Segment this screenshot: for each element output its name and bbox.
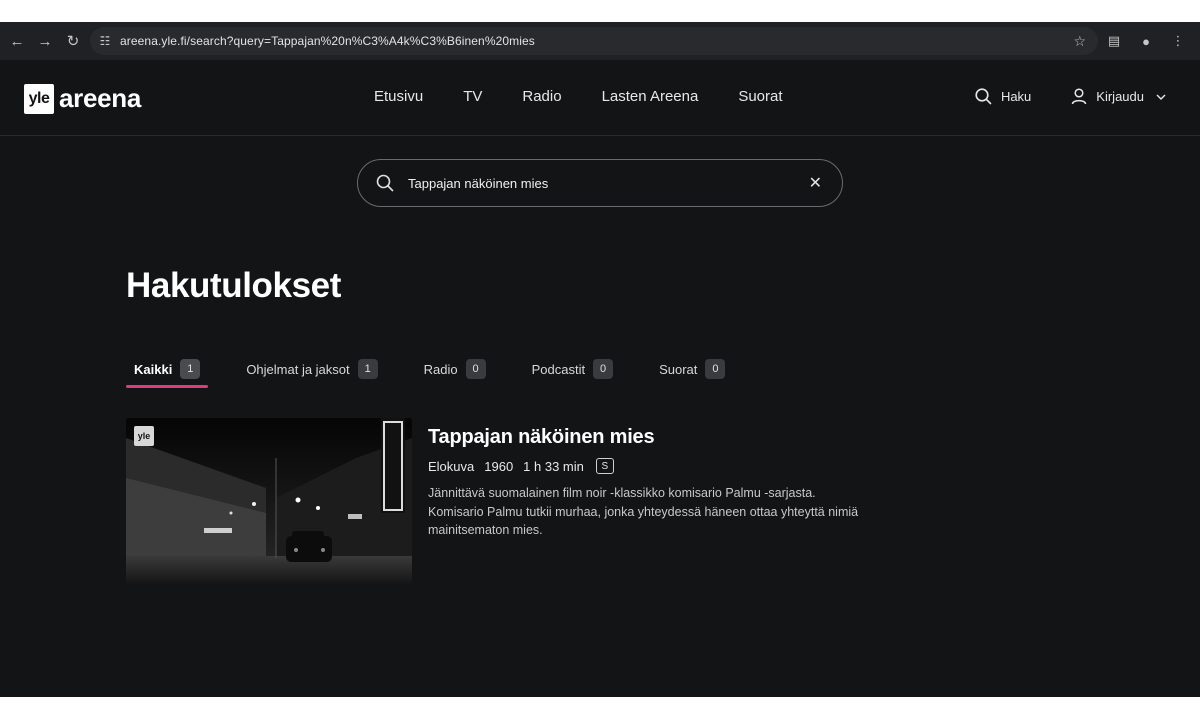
tab-radio[interactable]: Radio 0	[416, 352, 494, 386]
search-input-value[interactable]: Tappajan näköinen mies	[408, 176, 548, 191]
yle-areena-logo[interactable]: yle areena	[24, 83, 141, 114]
main-nav: Etusivu TV Radio Lasten Areena Suorat	[374, 88, 823, 105]
tab-ohjelmat-ja-jaksot[interactable]: Ohjelmat ja jaksot 1	[238, 352, 385, 386]
tab-count: 1	[180, 359, 201, 379]
forward-icon[interactable]: →	[31, 27, 59, 55]
reading-mode-icon[interactable]: ▤	[1100, 27, 1128, 55]
tab-kaikki[interactable]: Kaikki 1	[126, 352, 209, 388]
page-title: Hakutulokset	[126, 266, 341, 305]
login-button[interactable]: Kirjaudu	[1071, 88, 1166, 105]
profile-icon[interactable]: ●	[1132, 27, 1160, 55]
tab-label: Kaikki	[134, 361, 173, 377]
browser-window: ← → ↻ ☷ areena.yle.fi/search?query=Tappa…	[0, 22, 1200, 697]
nav-suorat[interactable]: Suorat	[738, 88, 782, 105]
browser-toolbar: ← → ↻ ☷ areena.yle.fi/search?query=Tappa…	[0, 22, 1200, 60]
result-tabs: Kaikki 1 Ohjelmat ja jaksot 1 Radio 0 Po…	[126, 352, 763, 388]
areena-wordmark: areena	[59, 83, 142, 113]
active-tab-indicator	[126, 385, 209, 388]
search-input[interactable]: Tappajan näköinen mies ✕	[357, 159, 843, 207]
film-still-image	[126, 418, 412, 584]
nav-etusivu[interactable]: Etusivu	[374, 88, 423, 105]
yle-badge: yle	[134, 426, 154, 446]
tab-count: 0	[705, 359, 726, 379]
result-description: Jännittävä suomalainen film noir -klassi…	[428, 486, 859, 537]
nav-lasten-areena[interactable]: Lasten Areena	[602, 88, 699, 105]
yle-logo-mark: yle	[24, 83, 54, 114]
header-search-button[interactable]: Haku	[975, 88, 1031, 105]
tab-label: Radio	[423, 361, 458, 377]
result-meta: Elokuva 1960 1 h 33 min S	[428, 458, 624, 474]
reload-icon[interactable]: ↻	[59, 27, 87, 55]
bookmark-star-icon[interactable]: ☆	[1073, 33, 1086, 50]
login-label: Kirjaudu	[1096, 89, 1144, 104]
tab-podcastit[interactable]: Podcastit 0	[524, 352, 621, 386]
menu-kebab-icon[interactable]: ⋮	[1164, 27, 1192, 55]
tab-count: 1	[357, 359, 378, 379]
chevron-down-icon	[1156, 94, 1166, 100]
site-settings-icon[interactable]: ☷	[90, 34, 120, 48]
header-search-label: Haku	[1000, 89, 1032, 104]
tab-suorat[interactable]: Suorat 0	[651, 352, 733, 386]
nav-tv[interactable]: TV	[463, 88, 482, 105]
search-result-card[interactable]: yle Tappajan näköinen mies Elokuva 1960 …	[126, 418, 866, 588]
tab-label: Ohjelmat ja jaksot	[246, 361, 350, 377]
clear-search-icon[interactable]: ✕	[809, 173, 822, 193]
tab-label: Podcastit	[531, 361, 586, 377]
result-type: Elokuva	[428, 458, 475, 474]
tab-count: 0	[593, 359, 614, 379]
site-header: yle areena Etusivu TV Radio Lasten Areen…	[0, 60, 1200, 136]
back-icon[interactable]: ←	[3, 27, 31, 55]
user-icon	[1072, 88, 1087, 105]
result-year: 1960	[484, 458, 514, 474]
age-rating-badge: S	[595, 458, 614, 474]
result-title[interactable]: Tappajan näköinen mies	[428, 426, 655, 449]
tab-label: Suorat	[659, 361, 698, 377]
result-thumbnail[interactable]: yle	[126, 418, 412, 584]
search-icon	[376, 174, 394, 192]
result-duration: 1 h 33 min	[523, 458, 584, 474]
url-text[interactable]: areena.yle.fi/search?query=Tappajan%20n%…	[120, 34, 535, 48]
search-icon	[975, 88, 992, 105]
address-bar[interactable]: ☷ areena.yle.fi/search?query=Tappajan%20…	[90, 27, 1098, 55]
tab-count: 0	[465, 359, 486, 379]
nav-radio[interactable]: Radio	[522, 88, 561, 105]
